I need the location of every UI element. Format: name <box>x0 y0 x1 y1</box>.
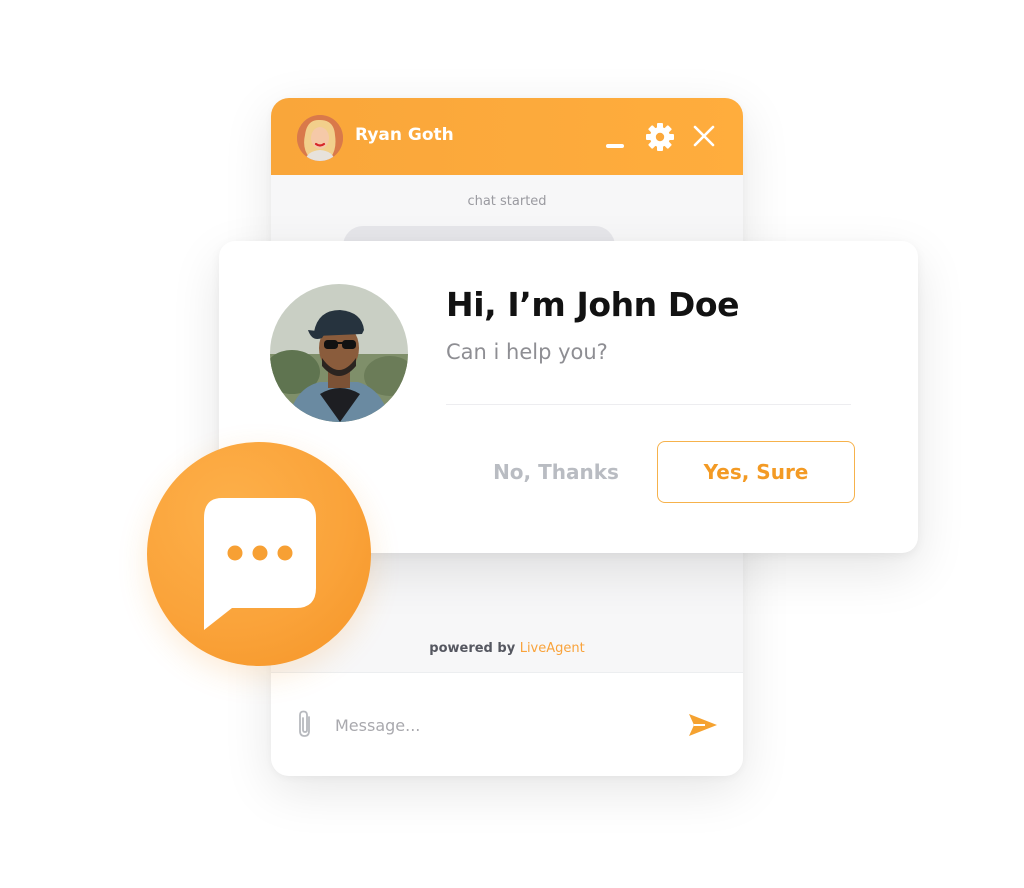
greeting-subtext: Can i help you? <box>446 340 608 364</box>
accept-button[interactable]: Yes, Sure <box>657 441 855 503</box>
liveagent-link[interactable]: LiveAgent <box>520 641 585 656</box>
attach-button[interactable] <box>295 708 315 740</box>
decline-button[interactable]: No, Thanks <box>481 441 631 503</box>
send-icon <box>689 714 717 736</box>
chat-header: Ryan Goth <box>271 98 743 175</box>
paperclip-icon <box>299 710 310 737</box>
agent-photo <box>270 284 408 422</box>
agent-name: Ryan Goth <box>355 125 454 145</box>
chat-launcher-button[interactable] <box>147 442 371 666</box>
agent-avatar <box>297 115 343 161</box>
chat-started-label: chat started <box>467 194 547 209</box>
message-input[interactable] <box>333 709 667 741</box>
greeting-title: Hi, I’m John Doe <box>446 285 740 324</box>
gear-icon <box>646 123 674 151</box>
settings-button[interactable] <box>645 122 675 152</box>
close-button[interactable] <box>692 124 716 148</box>
divider <box>446 404 851 405</box>
close-icon <box>693 125 715 147</box>
minimize-button[interactable] <box>606 144 624 148</box>
message-composer <box>271 672 743 776</box>
chat-bubble-icon <box>204 498 316 630</box>
send-button[interactable] <box>686 711 720 739</box>
powered-by: powered by LiveAgent <box>271 641 743 656</box>
powered-by-prefix: powered by <box>429 641 516 656</box>
